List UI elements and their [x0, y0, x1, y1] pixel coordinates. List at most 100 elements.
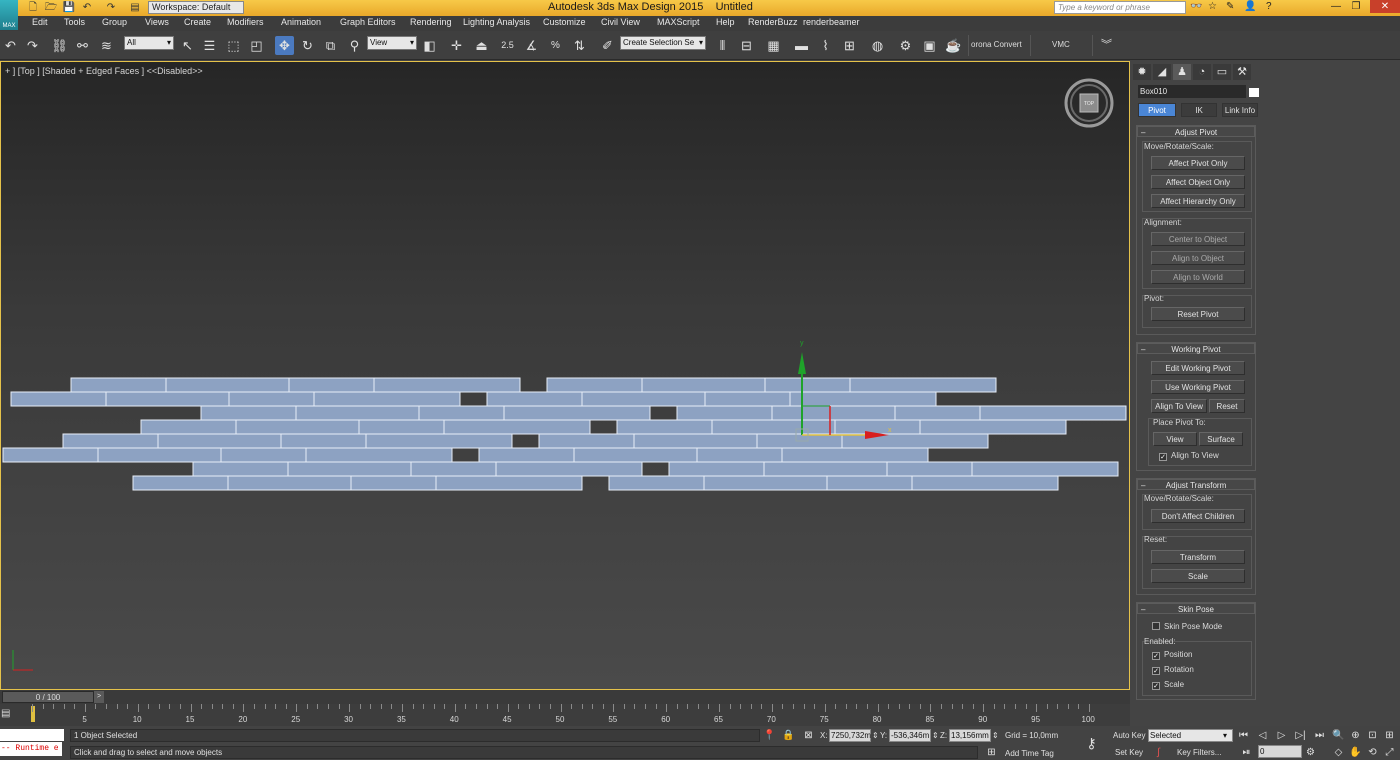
mirror-icon[interactable]: ⫴ [713, 36, 732, 55]
plank-11[interactable] [2, 447, 453, 463]
minimize-icon[interactable]: — [1326, 0, 1346, 13]
reset-transform-button[interactable]: Transform [1151, 550, 1245, 564]
isolate-selection-icon[interactable]: 📍 [763, 729, 776, 742]
motion-tab-icon[interactable]: ◔ [1193, 64, 1211, 80]
restore-icon[interactable]: ❐ [1346, 0, 1366, 13]
graphite-toolbar-icon[interactable]: ▬ [792, 36, 811, 55]
star-icon[interactable]: ☆ [1208, 1, 1217, 12]
plank-1[interactable] [70, 377, 521, 393]
affect-hierarchy-only-button[interactable]: Affect Hierarchy Only [1151, 194, 1245, 208]
time-tag-icon[interactable]: ⊞ [985, 746, 998, 759]
field-of-view-icon[interactable]: ◇ [1332, 746, 1345, 759]
tab-pivot[interactable]: Pivot [1138, 103, 1176, 117]
plank-2[interactable] [546, 377, 997, 393]
zoom-extents-all-icon[interactable]: ⊞ [1383, 729, 1396, 742]
edit-working-pivot-button[interactable]: Edit Working Pivot [1151, 361, 1245, 375]
menu-animation[interactable]: Animation [281, 17, 321, 27]
schematic-view-icon[interactable]: ⊞ [840, 36, 859, 55]
zoom-icon[interactable]: 🔍 [1332, 729, 1345, 742]
plank-12[interactable] [478, 447, 929, 463]
key-filters-button[interactable]: Key Filters... [1177, 748, 1221, 757]
layer-explorer-icon[interactable]: ▦ [764, 36, 783, 55]
affect-pivot-only-button[interactable]: Affect Pivot Only [1151, 156, 1245, 170]
plank-10[interactable] [538, 433, 989, 449]
selection-filter-dropdown[interactable]: All [124, 36, 174, 50]
select-and-place-icon[interactable]: ⚲ [345, 36, 364, 55]
add-time-tag-button[interactable]: Add Time Tag [1005, 749, 1054, 758]
time-slider-track[interactable] [0, 690, 1130, 704]
project-folder-icon[interactable]: ▤ [128, 1, 142, 14]
gizmo-y-label[interactable]: y [800, 340, 804, 347]
time-slider-handle[interactable]: 0 / 100 [2, 691, 94, 703]
selection-lock-icon[interactable]: 🔒 [782, 729, 795, 742]
menu-lighting-analysis[interactable]: Lighting Analysis [463, 17, 530, 27]
plank-13[interactable] [192, 461, 643, 477]
menu-edit[interactable]: Edit [32, 17, 48, 27]
redo-quick-icon[interactable]: ↷ [104, 1, 118, 14]
workspace-dropdown[interactable]: Workspace: Default [148, 1, 244, 14]
plank-14[interactable] [668, 461, 1119, 477]
menu-maxscript[interactable]: MAXScript [657, 17, 700, 27]
key-mode-dropdown[interactable]: Selected [1148, 729, 1233, 742]
set-key-button[interactable]: Set Key [1115, 748, 1143, 757]
play-icon[interactable]: ▷ [1275, 729, 1288, 742]
keyboard-shortcut-override-icon[interactable]: ⏏ [472, 36, 491, 55]
time-configuration-icon[interactable]: ⚙ [1304, 746, 1317, 759]
unlink-icon[interactable]: ⚯ [73, 36, 92, 55]
help-icon[interactable]: ? [1266, 1, 1272, 12]
y-spinner-icon[interactable]: ⇕ [932, 731, 939, 740]
menu-renderbuzz[interactable]: RenderBuzz [748, 17, 798, 27]
modify-tab-icon[interactable]: ◢ [1153, 64, 1171, 80]
user-icon[interactable]: 👤 [1244, 1, 1256, 12]
render-setup-icon[interactable]: ⚙ [896, 36, 915, 55]
menu-tools[interactable]: Tools [64, 17, 85, 27]
viewcube[interactable]: TOP [1063, 77, 1115, 129]
new-file-icon[interactable]: 🗋 [26, 1, 40, 14]
track-bar[interactable]: ▤ 5 10 15 20 25 30 35 40 45 50 55 60 65 70 75 80 85 90 95 1… [0, 704, 1130, 726]
rendered-frame-window-icon[interactable]: ▣ [920, 36, 939, 55]
menu-renderbeamer[interactable]: renderbeamer [803, 17, 860, 27]
place-pivot-surface-button[interactable]: Surface [1199, 432, 1243, 446]
object-name-field[interactable]: Box010 [1138, 85, 1246, 98]
menu-modifiers[interactable]: Modifiers [227, 17, 264, 27]
corona-convert-button[interactable]: orona Convert [971, 40, 1022, 49]
manipulate-icon[interactable]: ✛ [447, 36, 466, 55]
previous-frame-icon[interactable]: ◁ [1256, 729, 1269, 742]
menu-create[interactable]: Create [184, 17, 211, 27]
align-to-world-button[interactable]: Align to World [1151, 270, 1245, 284]
select-and-move-icon[interactable]: ✥ [275, 36, 294, 55]
plank-8[interactable] [616, 419, 1067, 435]
z-coordinate-field[interactable]: 13,156mm [949, 729, 991, 742]
close-icon[interactable]: ✕ [1370, 0, 1400, 13]
position-checkbox[interactable]: ✓ Position [1152, 650, 1192, 660]
window-crossing-icon[interactable]: ◰ [247, 36, 266, 55]
menu-rendering[interactable]: Rendering [410, 17, 452, 27]
zoom-all-icon[interactable]: ⊕ [1349, 729, 1362, 742]
skin-pose-mode-checkbox[interactable]: Skin Pose Mode [1152, 622, 1222, 631]
current-frame-field[interactable]: 0 [1258, 745, 1302, 758]
rectangular-selection-icon[interactable]: ⬚ [224, 36, 243, 55]
gizmo-y-arrow[interactable] [798, 352, 806, 374]
create-tab-icon[interactable]: ✹ [1133, 64, 1151, 80]
menu-customize[interactable]: Customize [543, 17, 586, 27]
bind-to-space-warp-icon[interactable]: ≋ [97, 36, 116, 55]
dont-affect-children-button[interactable]: Don't Affect Children [1151, 509, 1245, 523]
top-viewport[interactable]: + ] [Top ] [Shaded + Edged Faces ] <<Dis… [0, 61, 1130, 690]
plank-9[interactable] [62, 433, 513, 449]
select-object-icon[interactable]: ↖ [178, 36, 197, 55]
chevron-down-icon[interactable]: ︾ [1097, 36, 1116, 55]
align-to-view-checkbox[interactable]: ✓ Align To View [1159, 451, 1219, 461]
percent-snap-icon[interactable]: % [546, 36, 565, 55]
tools-icon[interactable]: ✎ [1226, 1, 1234, 12]
menu-civil-view[interactable]: Civil View [601, 17, 640, 27]
gizmo-x-label[interactable]: x [888, 427, 892, 434]
orbit-icon[interactable]: ⟲ [1366, 746, 1379, 759]
y-coordinate-field[interactable]: -536,346m [889, 729, 931, 742]
plank-16[interactable] [608, 475, 1059, 491]
curve-editor-icon[interactable]: ⌇ [816, 36, 835, 55]
open-file-icon[interactable]: 🗁 [44, 1, 58, 14]
skin-pose-title[interactable]: – Skin Pose [1137, 603, 1255, 614]
use-working-pivot-button[interactable]: Use Working Pivot [1151, 380, 1245, 394]
go-to-end-icon[interactable]: ⏭ [1313, 729, 1326, 742]
hierarchy-tab-icon[interactable]: ♟ [1173, 64, 1191, 80]
